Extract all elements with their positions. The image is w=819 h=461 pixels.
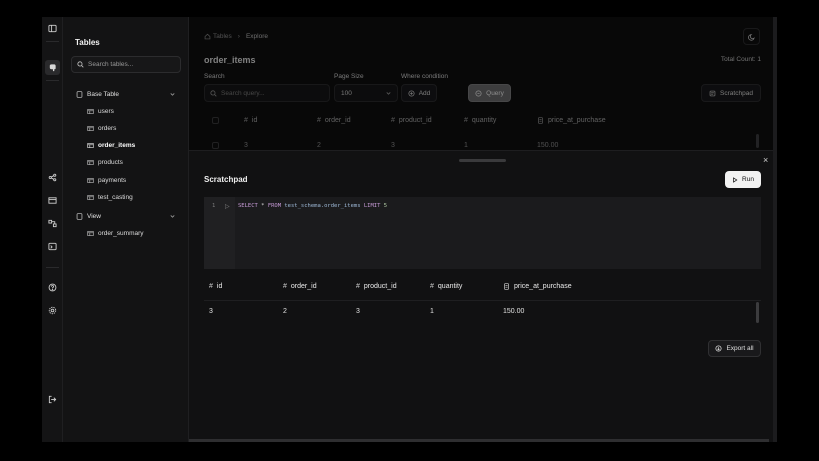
table-icon: [87, 143, 94, 148]
table-icon: [87, 109, 94, 114]
result-scrollbar[interactable]: [756, 302, 759, 323]
result-cell[interactable]: 1: [430, 308, 434, 315]
run-button[interactable]: Run: [725, 171, 761, 188]
terminal-icon[interactable]: [45, 239, 60, 254]
number-type-icon: #: [430, 283, 434, 290]
column-label: order_id: [290, 283, 317, 290]
sidebar-item-label: orders: [98, 125, 117, 132]
sidebar-item-test-casting[interactable]: test_casting: [87, 192, 179, 203]
table-icon: [87, 231, 94, 236]
column-label: product_id: [363, 283, 397, 290]
sidebar-item-label: order_summary: [98, 230, 144, 237]
result-divider: [204, 300, 761, 301]
result-header-quantity[interactable]: # quantity: [430, 283, 462, 290]
group-label: View: [87, 212, 101, 220]
icon-rail: [42, 17, 63, 442]
decimal-type-icon: [504, 283, 509, 290]
table-icon: [87, 126, 94, 131]
table-icon[interactable]: [45, 193, 60, 208]
sidebar-item-order-summary[interactable]: order_summary: [87, 228, 179, 239]
sidebar-item-label: users: [98, 108, 114, 115]
folder-icon: [76, 212, 83, 220]
column-label: price_at_purchase: [514, 283, 572, 290]
play-icon: [733, 176, 738, 183]
sql-editor[interactable]: 1 ▷ SELECT * FROM test_schema.order_item…: [204, 197, 761, 269]
run-label: Run: [742, 176, 754, 183]
relations-icon[interactable]: [45, 216, 60, 231]
search-icon: [77, 61, 84, 68]
sql-identifier: test_schema.order_items: [281, 203, 364, 209]
sql-keyword: FROM: [267, 203, 282, 209]
app-window: Tables Base Table users orders order_ite…: [42, 17, 777, 442]
sidebar-item-order-items[interactable]: order_items: [87, 140, 179, 151]
help-icon[interactable]: [45, 280, 60, 295]
sidebar-item-label: order_items: [98, 142, 136, 149]
line-number: 1: [212, 203, 216, 209]
chevron-down-icon: [170, 215, 175, 218]
table-icon: [87, 178, 94, 183]
column-label: quantity: [437, 283, 463, 290]
result-header-product-id[interactable]: # product_id: [356, 283, 397, 290]
group-base-table[interactable]: Base Table: [76, 88, 180, 100]
sidebar-toggle-icon[interactable]: [45, 21, 60, 36]
rail-divider: [46, 41, 59, 42]
folder-icon: [76, 90, 83, 98]
elephant-logo-icon[interactable]: [45, 60, 60, 75]
sidebar-item-users[interactable]: users: [87, 106, 179, 117]
scratchpad-panel: × Scratchpad Run 1 ▷ SELECT * FROM test_…: [189, 150, 777, 442]
close-icon[interactable]: ×: [763, 155, 768, 165]
table-search-field[interactable]: [71, 56, 181, 73]
sidebar-title: Tables: [75, 38, 100, 47]
result-header-order-id[interactable]: # order_id: [283, 283, 317, 290]
sql-number: 5: [380, 203, 388, 209]
main-area: Tables › Explore order_items Total Count…: [189, 17, 777, 442]
export-label: Export all: [726, 345, 754, 352]
settings-icon[interactable]: [45, 303, 60, 318]
sidebar-item-orders[interactable]: orders: [87, 123, 179, 134]
tables-sidebar: Tables Base Table users orders order_ite…: [63, 17, 189, 442]
horizontal-scrollbar[interactable]: [189, 439, 769, 442]
logout-icon[interactable]: [45, 392, 60, 407]
sql-code[interactable]: SELECT * FROM test_schema.order_items LI…: [238, 203, 387, 209]
scratchpad-title: Scratchpad: [204, 175, 248, 184]
share-nodes-icon[interactable]: [45, 170, 60, 185]
resize-handle[interactable]: [459, 159, 506, 162]
sidebar-item-label: products: [98, 159, 123, 166]
table-icon: [87, 195, 94, 200]
export-all-button[interactable]: Export all: [708, 340, 761, 357]
number-type-icon: #: [356, 283, 360, 290]
sql-star: *: [257, 203, 268, 209]
column-label: id: [216, 283, 223, 290]
result-header-price-at-purchase[interactable]: price_at_purchase: [503, 283, 572, 290]
rail-divider: [46, 80, 59, 81]
editor-gutter: [204, 197, 235, 269]
group-label: Base Table: [87, 90, 120, 98]
sidebar-item-label: payments: [98, 177, 127, 184]
export-icon: [715, 345, 722, 352]
vertical-scrollbar[interactable]: [773, 17, 777, 442]
modal-overlay: [189, 17, 777, 150]
rail-divider: [46, 267, 59, 268]
table-search-input[interactable]: [88, 61, 178, 68]
sidebar-item-payments[interactable]: payments: [87, 175, 179, 186]
sidebar-item-products[interactable]: products: [87, 157, 179, 168]
group-view[interactable]: View: [76, 210, 180, 222]
result-cell[interactable]: 2: [283, 308, 287, 315]
sql-keyword: SELECT: [238, 203, 258, 209]
table-icon: [87, 160, 94, 165]
result-cell[interactable]: 3: [209, 308, 213, 315]
sql-keyword: LIMIT: [363, 203, 381, 209]
run-line-icon[interactable]: ▷: [225, 203, 230, 210]
sidebar-item-label: test_casting: [98, 194, 133, 201]
chevron-down-icon: [170, 93, 175, 96]
result-cell[interactable]: 150.00: [503, 308, 524, 315]
number-type-icon: #: [209, 283, 213, 290]
number-type-icon: #: [283, 283, 287, 290]
result-cell[interactable]: 3: [356, 308, 360, 315]
result-header-id[interactable]: # id: [209, 283, 222, 290]
